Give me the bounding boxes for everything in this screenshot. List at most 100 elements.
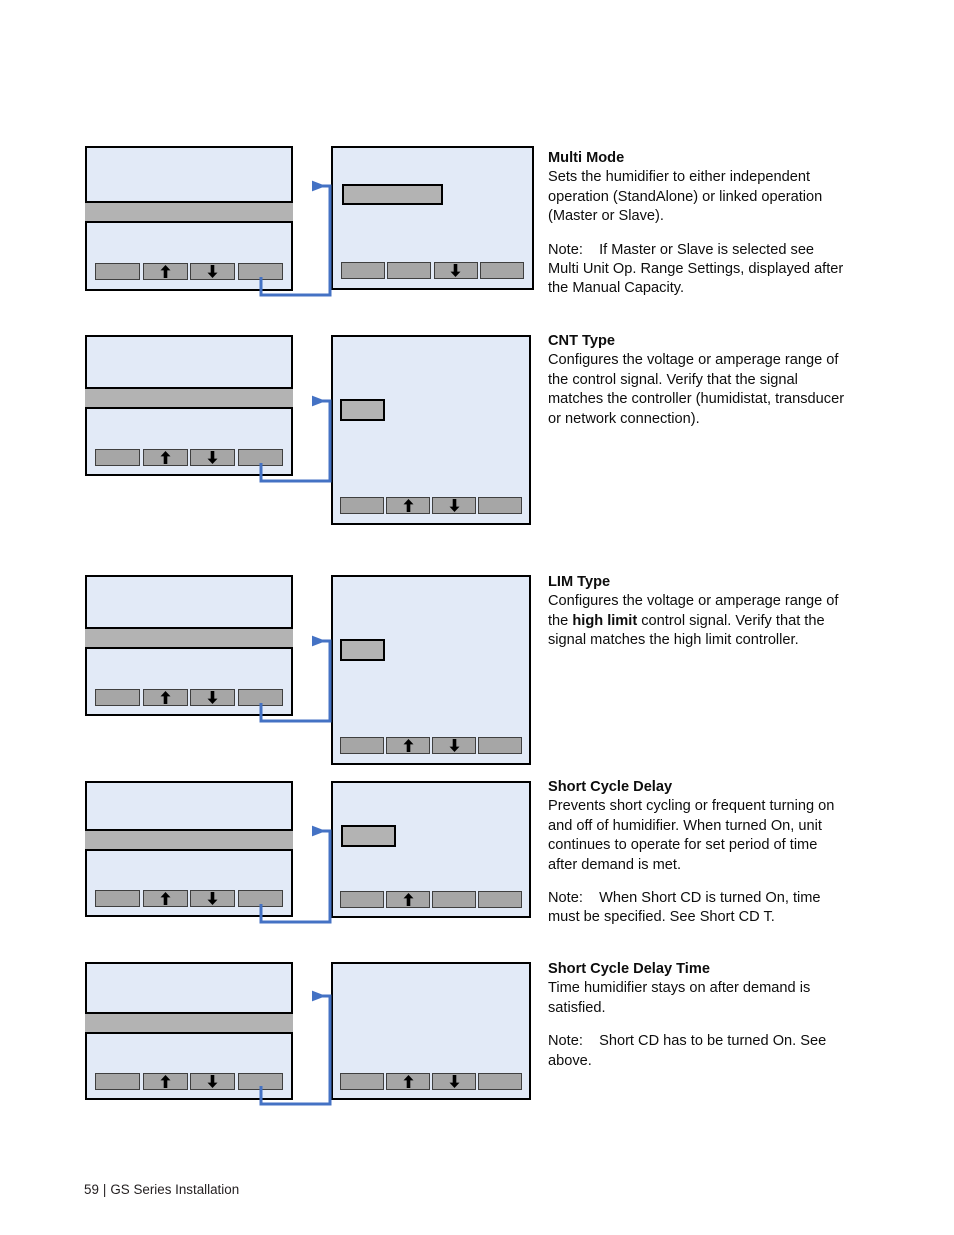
note-label: Note:	[548, 1033, 583, 1050]
softkey-4[interactable]	[478, 891, 522, 908]
softkey-1[interactable]	[340, 891, 384, 908]
section-note: Note: Short CD has to be turned On. See …	[548, 1032, 848, 1071]
menu-highlight-row	[85, 201, 293, 223]
menu-screen-short-cycle-delay-time	[85, 962, 293, 1100]
softkey-down[interactable]	[190, 689, 236, 706]
softkey-down[interactable]	[190, 263, 236, 280]
down-arrow-icon	[207, 265, 218, 278]
softkey-1[interactable]	[95, 1073, 140, 1090]
softkey-row	[340, 737, 522, 754]
description-multi-mode: Multi Mode Sets the humidifier to either…	[548, 149, 848, 299]
section-body: Prevents short cycling or frequent turni…	[548, 798, 835, 873]
softkey-1[interactable]	[340, 1073, 384, 1090]
menu-highlight-row	[85, 387, 293, 409]
section-heading: CNT Type	[548, 333, 616, 349]
softkey-1[interactable]	[95, 689, 140, 706]
description-short-cycle-delay: Short Cycle Delay Prevents short cycling…	[548, 778, 848, 928]
footer-separator: |	[102, 1182, 107, 1197]
softkey-down[interactable]	[433, 262, 478, 279]
softkey-up[interactable]	[386, 891, 430, 908]
softkey-row	[340, 1073, 522, 1090]
softkey-4[interactable]	[479, 262, 524, 279]
softkey-row	[341, 262, 524, 279]
up-arrow-icon	[160, 451, 171, 464]
softkey-up[interactable]	[142, 263, 188, 280]
down-arrow-icon	[207, 1075, 218, 1088]
down-arrow-icon	[207, 451, 218, 464]
page-footer: 59 | GS Series Installation	[84, 1181, 239, 1199]
softkey-up[interactable]	[386, 737, 430, 754]
softkey-up[interactable]	[386, 1073, 430, 1090]
softkey-4[interactable]	[237, 1073, 283, 1090]
softkey-2[interactable]	[387, 262, 432, 279]
softkey-row	[340, 891, 522, 908]
note-label: Note:	[548, 890, 583, 907]
softkey-4[interactable]	[478, 1073, 522, 1090]
softkey-row	[340, 497, 522, 514]
description-cnt-type: CNT Type Configures the voltage or amper…	[548, 332, 848, 429]
softkey-up[interactable]	[142, 890, 188, 907]
softkey-up[interactable]	[386, 497, 430, 514]
up-arrow-icon	[403, 893, 413, 906]
section-heading: Short Cycle Delay Time	[548, 961, 710, 977]
note-text: Short CD has to be turned On. See above.	[548, 1033, 827, 1069]
softkey-down[interactable]	[432, 737, 476, 754]
note-text: When Short CD is turned On, time must be…	[548, 890, 821, 926]
softkey-1[interactable]	[95, 449, 140, 466]
up-arrow-icon	[160, 265, 171, 278]
softkey-row	[95, 689, 283, 706]
softkey-3[interactable]	[432, 891, 476, 908]
softkey-4[interactable]	[237, 689, 283, 706]
softkey-row	[95, 1073, 283, 1090]
softkey-4[interactable]	[237, 263, 283, 280]
softkey-1[interactable]	[95, 263, 140, 280]
section-body: Sets the humidifier to either independen…	[548, 169, 823, 225]
softkey-1[interactable]	[340, 497, 384, 514]
softkey-1[interactable]	[340, 737, 384, 754]
softkey-row	[95, 449, 283, 466]
softkey-4[interactable]	[478, 737, 522, 754]
softkey-up[interactable]	[142, 689, 188, 706]
softkey-4[interactable]	[478, 497, 522, 514]
note-text: If Master or Slave is selected see Multi…	[548, 241, 844, 297]
softkey-down[interactable]	[190, 1073, 236, 1090]
up-arrow-icon	[160, 892, 171, 905]
value-chip	[340, 399, 385, 421]
down-arrow-icon	[207, 691, 218, 704]
softkey-row	[95, 263, 283, 280]
setting-screen-cnt-type	[331, 335, 531, 525]
softkey-up[interactable]	[142, 449, 188, 466]
softkey-1[interactable]	[95, 890, 140, 907]
manual-page: Multi Mode Sets the humidifier to either…	[0, 0, 954, 1235]
section-note: Note: If Master or Slave is selected see…	[548, 241, 848, 299]
down-arrow-icon	[449, 1075, 459, 1088]
softkey-down[interactable]	[190, 449, 236, 466]
note-label: Note:	[548, 241, 583, 258]
softkey-down[interactable]	[432, 1073, 476, 1090]
value-chip	[340, 639, 385, 661]
softkey-4[interactable]	[237, 449, 283, 466]
down-arrow-icon	[449, 739, 459, 752]
up-arrow-icon	[403, 1075, 413, 1088]
softkey-row	[95, 890, 283, 907]
softkey-up[interactable]	[142, 1073, 188, 1090]
section-note: Note: When Short CD is turned On, time m…	[548, 889, 848, 928]
body-emphasis: high limit	[572, 612, 638, 629]
softkey-1[interactable]	[341, 262, 385, 279]
softkey-down[interactable]	[190, 890, 236, 907]
menu-highlight-row	[85, 1012, 293, 1034]
setting-screen-short-cycle-delay	[331, 781, 531, 918]
softkey-4[interactable]	[237, 890, 283, 907]
setting-screen-multi-mode	[331, 146, 534, 290]
section-heading: Multi Mode	[548, 150, 625, 166]
menu-screen-short-cycle-delay	[85, 781, 293, 917]
up-arrow-icon	[403, 499, 413, 512]
setting-screen-lim-type	[331, 575, 531, 765]
softkey-down[interactable]	[432, 497, 476, 514]
section-body: Configures the voltage or amperage range…	[548, 352, 845, 427]
menu-screen-multi-mode	[85, 146, 293, 291]
up-arrow-icon	[160, 691, 171, 704]
menu-highlight-row	[85, 829, 293, 851]
menu-screen-cnt-type	[85, 335, 293, 476]
up-arrow-icon	[160, 1075, 171, 1088]
